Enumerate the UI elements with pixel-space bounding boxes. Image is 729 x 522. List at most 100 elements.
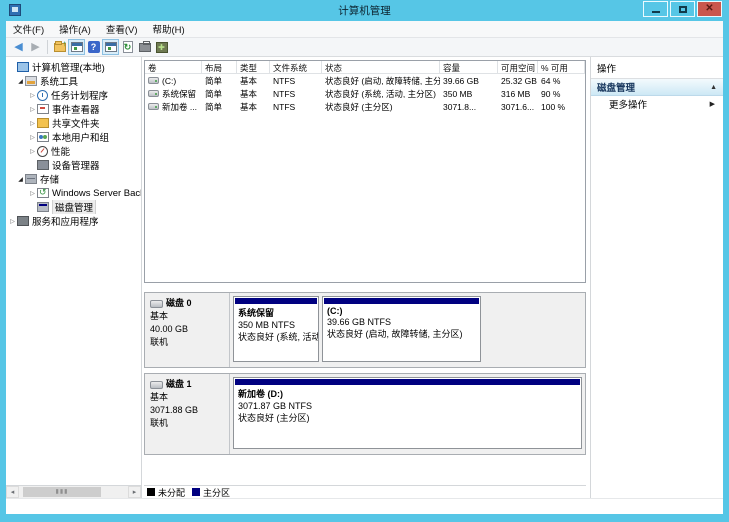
expand-icon[interactable]: ▷ [28, 92, 37, 99]
local-users-groups-icon [37, 132, 49, 142]
volume-row-system-reserved[interactable]: 系统保留 简单 基本 NTFS 状态良好 (系统, 活动, 主分区) 350 M… [145, 87, 585, 100]
device-manager-icon [37, 160, 49, 170]
status-bar [6, 498, 723, 514]
unallocated-swatch [147, 488, 155, 496]
performance-icon [37, 146, 48, 157]
more-actions-item[interactable]: 更多操作 ▶ [591, 96, 723, 112]
disk-1-track: 新加卷 (D:) 3071.87 GB NTFS 状态良好 (主分区) [230, 374, 585, 454]
col-status[interactable]: 状态 [322, 61, 440, 73]
primary-partition-band [324, 298, 479, 304]
volume-list-header: 卷 布局 类型 文件系统 状态 容量 可用空间 % 可用 [145, 61, 585, 74]
maximize-button[interactable] [670, 1, 695, 17]
minimize-icon [652, 11, 660, 13]
console-tree-icon [71, 42, 83, 52]
disk-management-view: 卷 布局 类型 文件系统 状态 容量 可用空间 % 可用 (C:) 简单 基本 … [142, 57, 590, 498]
volume-icon [148, 103, 159, 110]
col-free-space[interactable]: 可用空间 [498, 61, 538, 73]
expand-icon[interactable]: ▷ [28, 190, 37, 197]
disk-0-row: 磁盘 0 基本 40.00 GB 联机 系统保留 350 MB NTFS 状态良… [144, 292, 586, 368]
legend-bar: 未分配 主分区 [144, 485, 586, 498]
col-layout[interactable]: 布局 [202, 61, 237, 73]
tree-item-local-users-groups[interactable]: ▷ 本地用户和组 [6, 130, 141, 144]
disk-1-row: 磁盘 1 基本 3071.88 GB 联机 新加卷 (D:) 3071.87 G… [144, 373, 586, 455]
toggle-action-pane-button[interactable] [102, 39, 119, 55]
window-frame: 文件(F) 操作(A) 查看(V) 帮助(H) ◀ ▶ ↑ ? ↻ ✚ [6, 21, 723, 514]
scrollbar-track[interactable]: ▮▮▮ [19, 486, 128, 498]
col-capacity[interactable]: 容量 [440, 61, 498, 73]
expand-icon[interactable]: ▷ [28, 120, 37, 127]
partition-system-reserved[interactable]: 系统保留 350 MB NTFS 状态良好 (系统, 活动, 主分区) [233, 296, 319, 362]
volume-row-new-volume[interactable]: 新加卷 ... 简单 基本 NTFS 状态良好 (主分区) 3071.8... … [145, 100, 585, 113]
tree-item-services-applications[interactable]: ▷ 服务和应用程序 [6, 214, 141, 228]
col-volume[interactable]: 卷 [145, 61, 202, 73]
scrollbar-thumb[interactable]: ▮▮▮ [23, 487, 101, 497]
grip-icon: ▮▮▮ [56, 489, 69, 495]
expand-icon[interactable]: ▷ [28, 106, 37, 113]
back-icon: ◀ [14, 42, 22, 53]
collapse-icon[interactable]: ◢ [16, 176, 25, 183]
tree-item-computer-management[interactable]: 计算机管理(本地) [6, 60, 141, 74]
tree-item-disk-management[interactable]: 磁盘管理 [6, 200, 141, 214]
up-folder-icon: ↑ [54, 43, 66, 52]
back-button[interactable]: ◀ [10, 39, 27, 55]
disk-management-icon [37, 202, 49, 212]
windows-server-backup-icon [37, 188, 49, 198]
volume-icon [148, 77, 159, 84]
forward-button[interactable]: ▶ [27, 39, 44, 55]
primary-partition-band [235, 379, 580, 385]
disk-icon [150, 381, 163, 389]
tree-item-storage[interactable]: ◢ 存储 [6, 172, 141, 186]
help-button[interactable]: ? [85, 39, 102, 55]
collapse-icon[interactable]: ◢ [16, 78, 25, 85]
tree-item-event-viewer[interactable]: ▷ 事件查看器 [6, 102, 141, 116]
scroll-right-button[interactable]: ▸ [128, 486, 141, 498]
computer-icon [17, 62, 29, 72]
window-title: 计算机管理 [0, 3, 729, 18]
menu-bar: 文件(F) 操作(A) 查看(V) 帮助(H) [6, 21, 723, 38]
forward-icon: ▶ [31, 42, 39, 53]
actions-pane: 操作 磁盘管理 ▲ 更多操作 ▶ [590, 57, 723, 498]
volume-row-c[interactable]: (C:) 简单 基本 NTFS 状态良好 (启动, 故障转储, 主分区) 39.… [145, 74, 585, 87]
selected-tree-label: 磁盘管理 [52, 200, 96, 214]
menu-view[interactable]: 查看(V) [106, 22, 138, 36]
col-type[interactable]: 类型 [237, 61, 270, 73]
minimize-button[interactable] [643, 1, 668, 17]
up-folder-button[interactable]: ↑ [51, 39, 68, 55]
tree-item-system-tools[interactable]: ◢ 系统工具 [6, 74, 141, 88]
actions-title: 操作 [591, 57, 723, 79]
system-tools-icon [25, 76, 37, 86]
toggle-console-tree-button[interactable] [68, 39, 85, 55]
menu-file[interactable]: 文件(F) [13, 22, 44, 36]
disk-management-section-header[interactable]: 磁盘管理 ▲ [591, 79, 723, 96]
tree-item-shared-folders[interactable]: ▷ 共享文件夹 [6, 116, 141, 130]
settings-icon: ✚ [156, 42, 168, 53]
disk-0-header[interactable]: 磁盘 0 基本 40.00 GB 联机 [145, 293, 230, 367]
storage-icon [25, 174, 37, 184]
disk-icon [150, 300, 163, 308]
expand-icon[interactable]: ▷ [28, 148, 37, 155]
collapse-section-icon[interactable]: ▲ [710, 84, 717, 91]
menu-action[interactable]: 操作(A) [59, 22, 91, 36]
tree-item-device-manager[interactable]: 设备管理器 [6, 158, 141, 172]
tree-item-task-scheduler[interactable]: ▷ 任务计划程序 [6, 88, 141, 102]
menu-help[interactable]: 帮助(H) [152, 22, 184, 36]
disk-0-track: 系统保留 350 MB NTFS 状态良好 (系统, 活动, 主分区) (C:)… [230, 293, 585, 367]
tree-horizontal-scrollbar[interactable]: ◂ ▮▮▮ ▸ [6, 485, 141, 498]
primary-partition-swatch [192, 488, 200, 496]
expand-icon[interactable]: ▷ [8, 218, 17, 225]
scroll-left-button[interactable]: ◂ [6, 486, 19, 498]
settings-button[interactable]: ✚ [153, 39, 170, 55]
refresh-button[interactable]: ↻ [119, 39, 136, 55]
close-button[interactable]: ✕ [697, 1, 722, 17]
tree-item-windows-server-backup[interactable]: ▷ Windows Server Back [6, 186, 141, 200]
partition-d[interactable]: 新加卷 (D:) 3071.87 GB NTFS 状态良好 (主分区) [233, 377, 582, 449]
col-filesystem[interactable]: 文件系统 [270, 61, 322, 73]
tree-item-performance[interactable]: ▷ 性能 [6, 144, 141, 158]
expand-icon[interactable]: ▷ [28, 134, 37, 141]
maximize-icon [679, 6, 687, 13]
disk-1-header[interactable]: 磁盘 1 基本 3071.88 GB 联机 [145, 374, 230, 454]
computer-management-window: 计算机管理 ✕ 文件(F) 操作(A) 查看(V) 帮助(H) ◀ ▶ ↑ ? … [0, 0, 729, 522]
partition-c[interactable]: (C:) 39.66 GB NTFS 状态良好 (启动, 故障转储, 主分区) [322, 296, 481, 362]
col-pct-free[interactable]: % 可用 [538, 61, 585, 73]
properties-button[interactable] [136, 39, 153, 55]
